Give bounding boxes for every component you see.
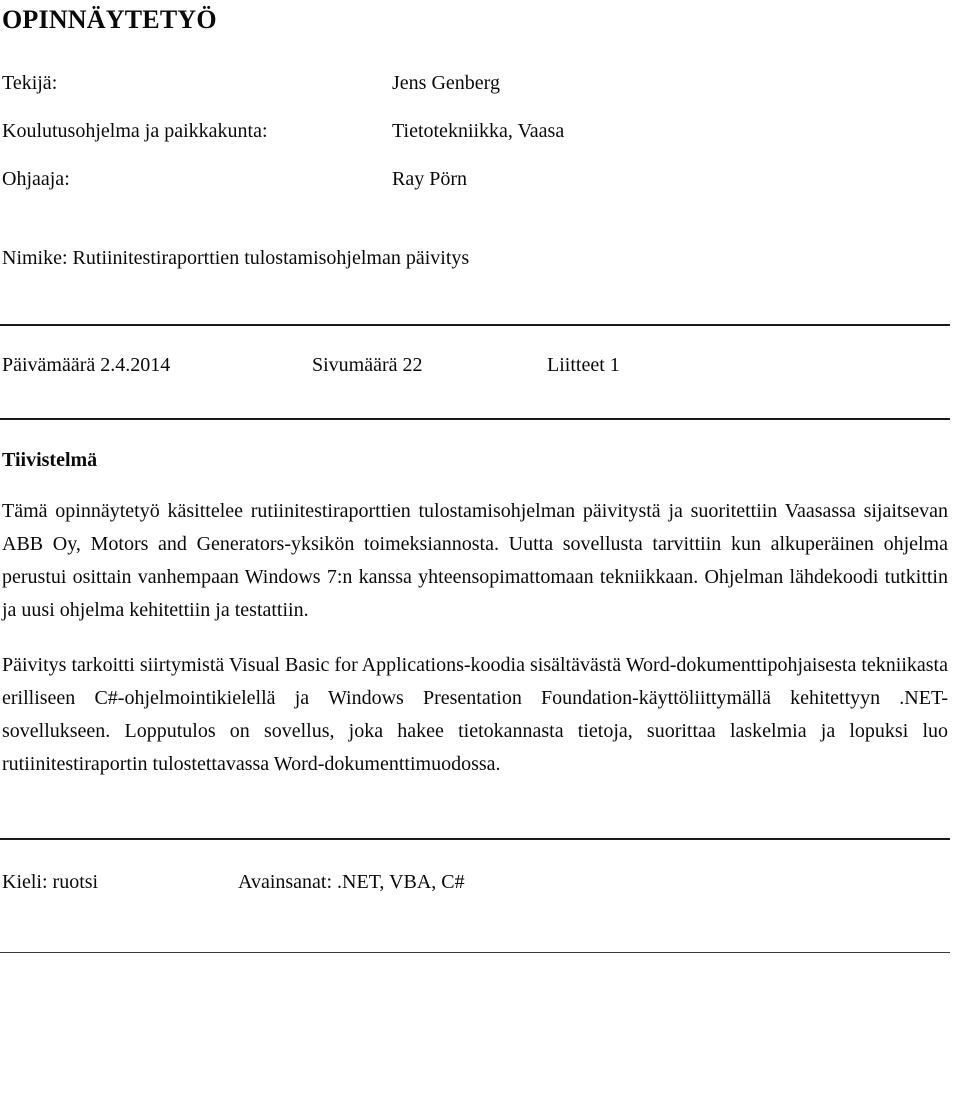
meta-label-programme: Koulutusohjelma ja paikkakunta:: [2, 120, 268, 143]
meta-value-author: Jens Genberg: [392, 72, 500, 95]
abstract-paragraph: Päivitys tarkoitti siirtymistä Visual Ba…: [2, 654, 948, 776]
meta-row-author: Tekijä: Jens Genberg: [2, 71, 950, 96]
meta-value-programme: Tietotekniikka, Vaasa: [392, 120, 565, 143]
stat-date: Päivämäärä 2.4.2014: [2, 354, 171, 377]
abstract-body: Tämä opinnäytetyö käsittelee rutiinitest…: [2, 495, 950, 781]
page-title: OPINNÄYTETYÖ: [2, 5, 217, 34]
abstract-page: OPINNÄYTETYÖ Tekijä: Jens Genberg Koulut…: [0, 0, 960, 1103]
meta-label-supervisor: Ohjaaja:: [2, 168, 70, 191]
stat-page-count: Sivumäärä 22: [312, 354, 423, 377]
abstract-heading: Tiivistelmä: [2, 449, 98, 472]
stat-attachments: Liitteet 1: [547, 354, 620, 377]
footer-keywords: Avainsanat: .NET, VBA, C#: [238, 871, 465, 894]
footer-row: Kieli: ruotsi Avainsanat: .NET, VBA, C#: [2, 870, 950, 895]
thesis-title-line: Nimike: Rutiinitestiraporttien tulostami…: [2, 247, 470, 270]
footer-language: Kieli: ruotsi: [2, 871, 99, 894]
meta-value-supervisor: Ray Pörn: [392, 168, 467, 191]
horizontal-rule-footer: [0, 838, 950, 841]
horizontal-rule-bottom: [0, 952, 950, 954]
meta-label-author: Tekijä:: [2, 72, 58, 95]
meta-row-programme: Koulutusohjelma ja paikkakunta: Tietotek…: [2, 119, 950, 144]
horizontal-rule-abstract: [0, 418, 950, 421]
metadata-block: Tekijä: Jens Genberg Koulutusohjelma ja …: [2, 71, 950, 192]
horizontal-rule-top: [0, 324, 950, 327]
stats-row: Päivämäärä 2.4.2014 Sivumäärä 22 Liittee…: [2, 353, 950, 378]
meta-row-supervisor: Ohjaaja: Ray Pörn: [2, 167, 950, 192]
abstract-paragraph: Tämä opinnäytetyö käsittelee rutiinitest…: [2, 500, 948, 622]
